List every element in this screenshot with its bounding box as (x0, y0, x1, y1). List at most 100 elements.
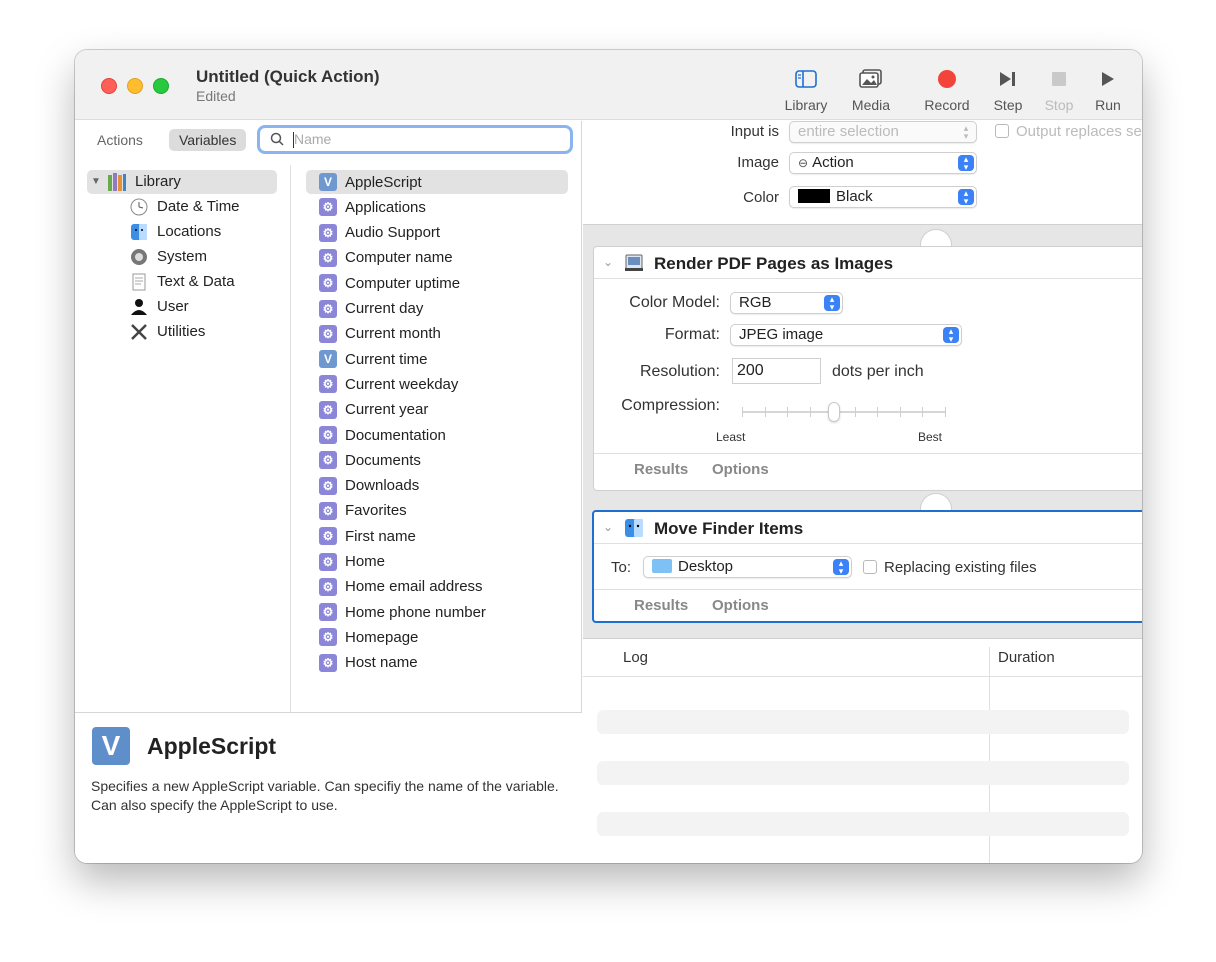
compression-min-label: Least (716, 430, 746, 444)
slider-tick (877, 407, 878, 417)
folder-icon (652, 559, 672, 573)
card-footer: Results Options (594, 589, 1142, 621)
log-panel: Log Duration (583, 638, 1142, 863)
finder-icon (624, 518, 644, 538)
close-button[interactable] (101, 78, 117, 94)
variable-item[interactable]: ⚙ Documentation (306, 423, 446, 447)
image-popup-value: Action (812, 154, 854, 171)
popup-arrows-icon: ▴ ▾ (958, 155, 974, 172)
disclosure-icon: ▼ (91, 176, 101, 187)
format-popup[interactable]: JPEG image ▴ ▾ (730, 324, 962, 346)
output-replaces-label: Output replaces se (1016, 123, 1142, 140)
finder-icon (129, 222, 149, 242)
media-button[interactable]: Media (841, 65, 901, 115)
action-move-finder-items[interactable]: ⌄ Move Finder Items To: Desktop ▴ ▾ Repla… (592, 510, 1142, 623)
action-render-pdf[interactable]: ⌄ Render PDF Pages as Images Color Model… (593, 246, 1142, 491)
resolution-input[interactable]: 200 (732, 358, 821, 384)
card-title: Move Finder Items (654, 519, 804, 538)
disclosure-icon[interactable]: ⌄ (603, 255, 613, 269)
flow-connector (920, 493, 952, 511)
workflow-area: Input is entire selection ▴ ▾ Output repl… (583, 121, 1142, 863)
variable-label: Computer uptime (345, 274, 461, 292)
gear-icon: ⚙ (319, 476, 337, 495)
variable-item[interactable]: ⚙ Favorites (306, 499, 407, 523)
slider-tick (810, 407, 811, 417)
variable-item[interactable]: ⚙ Home (306, 550, 385, 574)
variable-item[interactable]: ⚙ Homepage (306, 625, 418, 649)
variable-item[interactable]: V Current time (306, 347, 428, 371)
variable-item[interactable]: ⚙ Computer name (306, 246, 453, 270)
variable-label: Current year (345, 401, 429, 419)
category-user[interactable]: User (129, 295, 189, 319)
results-button[interactable]: Results (634, 461, 688, 478)
variable-label: Home (345, 553, 386, 570)
record-button[interactable]: Record (917, 65, 977, 115)
category-list: ▼ Library Date & Time Locations System T… (75, 165, 291, 712)
results-button[interactable]: Results (634, 597, 688, 614)
slider-knob[interactable] (828, 402, 840, 422)
tab-actions[interactable]: Actions (87, 129, 153, 151)
variable-list: V AppleScript ⚙ Applications ⚙ Audio Support ⚙… (292, 165, 582, 712)
variable-item[interactable]: ⚙ Current year (306, 398, 428, 422)
output-replaces-checkbox[interactable] (995, 124, 1009, 138)
disclosure-icon[interactable]: ⌄ (603, 520, 613, 534)
variable-label: Home phone number (345, 603, 486, 621)
category-locations[interactable]: Locations (129, 220, 221, 244)
zoom-button[interactable] (153, 78, 169, 94)
gear-icon: ⚙ (319, 375, 337, 394)
variable-item[interactable]: ⚙ Computer uptime (306, 271, 460, 295)
variable-item[interactable]: V AppleScript (306, 170, 422, 194)
log-row (597, 761, 1129, 785)
search-placeholder: Name (294, 131, 332, 147)
description-panel: V AppleScript Specifies a new AppleScrip… (75, 712, 582, 863)
variable-item[interactable]: ⚙ Home phone number (306, 600, 486, 624)
run-button[interactable]: Run (1078, 65, 1138, 115)
user-icon (129, 297, 149, 317)
text-icon (129, 272, 149, 292)
input-popup[interactable]: entire selection ▴ ▾ (789, 121, 977, 143)
tab-variables[interactable]: Variables (169, 129, 247, 151)
variable-item[interactable]: ⚙ Applications (306, 195, 426, 219)
to-label: To: (611, 559, 632, 576)
category-date-time[interactable]: Date & Time (129, 195, 240, 219)
replacing-label: Replacing existing files (884, 559, 1037, 576)
duration-column-header[interactable]: Duration (998, 649, 1055, 666)
color-model-popup[interactable]: RGB ▴ ▾ (730, 292, 843, 314)
category-system[interactable]: System (129, 245, 207, 269)
variable-item[interactable]: ⚙ Current weekday (306, 372, 458, 396)
photos-icon (841, 65, 901, 93)
variable-label: Computer name (345, 249, 453, 267)
variable-item[interactable]: ⚙ Current day (306, 297, 423, 321)
library-button[interactable]: Library (776, 65, 836, 115)
gear-icon: ⚙ (319, 299, 337, 318)
log-column-header[interactable]: Log (623, 649, 648, 666)
color-popup[interactable]: Black ▴ ▾ (789, 186, 977, 208)
category-utilities[interactable]: Utilities (129, 320, 205, 344)
image-popup[interactable]: ⊖ Action ▴ ▾ (789, 152, 977, 174)
titlebar: Untitled (Quick Action) Edited Library M… (75, 50, 1142, 120)
replacing-checkbox[interactable] (863, 560, 877, 574)
category-text-data[interactable]: Text & Data (129, 270, 235, 294)
variable-label: Applications (345, 198, 426, 216)
search-field[interactable]: Name (257, 125, 573, 154)
format-value: JPEG image (739, 326, 824, 343)
library-pane: Actions Variables Name ▼ Library Date & … (75, 121, 582, 863)
variable-item[interactable]: ⚙ Audio Support (306, 221, 440, 245)
category-library[interactable]: ▼ Library (91, 170, 181, 194)
variable-item[interactable]: ⚙ Current month (306, 322, 441, 346)
variable-item[interactable]: ⚙ Host name (306, 651, 418, 675)
slider-tick (787, 407, 788, 417)
slider-tick (742, 407, 743, 417)
input-label: Input is (730, 123, 779, 140)
destination-popup[interactable]: Desktop ▴ ▾ (643, 556, 852, 578)
variable-item[interactable]: ⚙ Documents (306, 448, 421, 472)
options-button[interactable]: Options (712, 461, 769, 478)
compression-slider[interactable] (742, 402, 946, 422)
options-button[interactable]: Options (712, 597, 769, 614)
variable-item[interactable]: ⚙ Home email address (306, 575, 483, 599)
variable-item[interactable]: ⚙ First name (306, 524, 416, 548)
input-popup-value: entire selection (798, 123, 899, 140)
color-label: Color (743, 189, 779, 206)
variable-item[interactable]: ⚙ Downloads (306, 474, 419, 498)
minimize-button[interactable] (127, 78, 143, 94)
